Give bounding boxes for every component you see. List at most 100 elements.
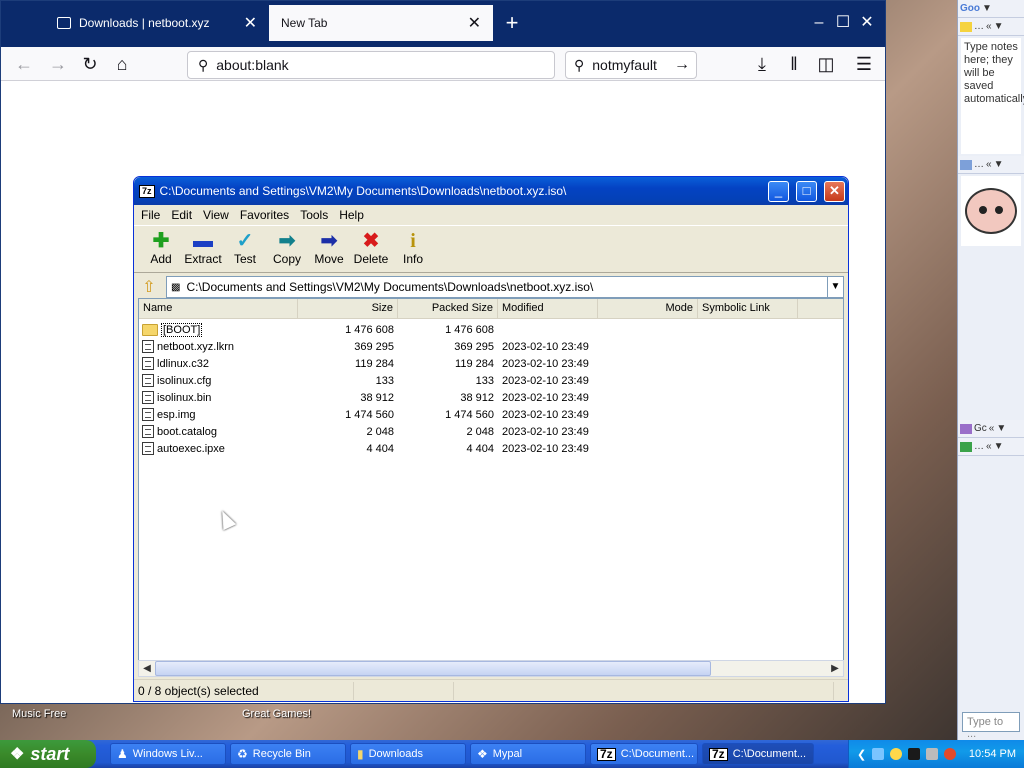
app-tray-icon[interactable] — [926, 748, 939, 760]
add-button[interactable]: ✚ Add — [140, 226, 182, 272]
minimize-button[interactable]: _ — [768, 180, 789, 202]
mypal-browser-icon: ❖ — [477, 747, 488, 761]
menu-help[interactable]: Help — [339, 208, 364, 222]
taskbar-button-label: Downloads — [368, 748, 424, 760]
desktop-label-great-games[interactable]: Great Games! — [242, 708, 311, 720]
column-header-symbolic-link[interactable]: Symbolic Link — [698, 299, 798, 318]
tray-expand-icon[interactable]: ❮ — [857, 748, 866, 761]
taskbar-button-windows-live[interactable]: ♟ Windows Liv... — [110, 743, 226, 765]
extract-button[interactable]: ▬ Extract — [182, 226, 224, 272]
taskbar-button-recycle-bin[interactable]: ♻ Recycle Bin — [230, 743, 346, 765]
volume-icon[interactable] — [890, 748, 903, 760]
tab-title: New Tab — [281, 16, 328, 30]
gadget-menu-icon[interactable]: … — [974, 21, 984, 32]
notes-area[interactable]: Type notes here; they will be saved auto… — [961, 38, 1024, 154]
browser-tray-icon[interactable] — [944, 748, 957, 760]
start-button[interactable]: ❖ start — [0, 740, 96, 768]
add-plus-icon: ✚ — [152, 230, 170, 252]
new-tab-button[interactable]: + — [499, 9, 525, 37]
maximize-icon[interactable]: ☐ — [831, 11, 855, 35]
file-modified: 2023-02-10 23:49 — [502, 391, 589, 404]
collapse-icon[interactable]: « — [989, 423, 995, 434]
chevron-down-icon[interactable]: ▼ — [994, 441, 1004, 452]
maximize-button[interactable]: □ — [796, 180, 817, 202]
close-window-icon[interactable]: ✕ — [855, 11, 879, 35]
collapse-icon[interactable]: « — [986, 21, 992, 32]
table-row[interactable]: autoexec.ipxe 4 404 4 404 2023-02-10 23:… — [139, 440, 843, 457]
title-bar[interactable]: 7z C:\Documents and Settings\VM2\My Docu… — [134, 177, 848, 205]
menu-edit[interactable]: Edit — [171, 208, 192, 222]
windows-flag-icon: ❖ — [10, 746, 25, 763]
url-bar[interactable]: ⚲ about:blank — [187, 51, 555, 79]
table-row[interactable]: isolinux.bin 38 912 38 912 2023-02-10 23… — [139, 389, 843, 406]
photo-gadget[interactable] — [961, 176, 1021, 246]
close-icon[interactable]: ✕ — [468, 13, 481, 33]
taskbar-button-downloads[interactable]: ▮ Downloads — [350, 743, 466, 765]
horizontal-scrollbar[interactable]: ◀ ▶ — [138, 660, 844, 677]
clock[interactable]: 10:54 PM — [969, 748, 1016, 760]
taskbar-button-7zip-active[interactable]: 7z C:\Document... — [702, 743, 814, 765]
forward-arrow-icon[interactable]: → — [47, 53, 69, 75]
sidebar-icon[interactable]: ◫ — [815, 53, 837, 75]
column-header-size[interactable]: Size — [298, 299, 398, 318]
desktop-label-music-free[interactable]: Music Free — [12, 708, 66, 720]
gadget-menu-icon[interactable]: … — [974, 159, 984, 170]
go-arrow-icon[interactable]: → — [674, 56, 690, 74]
menu-favorites[interactable]: Favorites — [240, 208, 289, 222]
chevron-down-icon[interactable]: ▼ — [994, 21, 1004, 32]
minimize-icon[interactable]: – — [807, 11, 831, 35]
gadget-menu-icon[interactable]: … — [974, 441, 984, 452]
search-gadget-header: Goo ▼ — [958, 0, 1024, 18]
notes-icon — [960, 21, 972, 32]
collapse-icon[interactable]: « — [986, 441, 992, 452]
up-folder-icon[interactable]: ⇧ — [138, 277, 160, 297]
column-header-packed-size[interactable]: Packed Size — [398, 299, 498, 318]
search-input[interactable]: ⚲ notmyfault → — [565, 51, 697, 79]
scroll-right-icon[interactable]: ▶ — [827, 663, 843, 674]
library-icon[interactable]: ‖ — [783, 53, 805, 75]
home-icon[interactable]: ⌂ — [111, 53, 133, 75]
file-packed-size: 1 476 608 — [445, 323, 494, 336]
table-row[interactable]: [BOOT] 1 476 608 1 476 608 — [139, 321, 843, 338]
menu-tools[interactable]: Tools — [300, 208, 328, 222]
move-button[interactable]: ➡ Move — [308, 226, 350, 272]
copy-button[interactable]: ➡ Copy — [266, 226, 308, 272]
taskbar-button-7zip[interactable]: 7z C:\Document... — [590, 743, 698, 765]
table-row[interactable]: isolinux.cfg 133 133 2023-02-10 23:49 — [139, 372, 843, 389]
download-icon[interactable]: ⤓ — [751, 53, 773, 75]
tab-downloads[interactable]: Downloads | netboot.xyz ✕ — [45, 5, 269, 41]
hamburger-menu-icon[interactable]: ☰ — [853, 53, 875, 75]
security-icon[interactable] — [908, 748, 921, 760]
back-arrow-icon[interactable]: ← — [13, 53, 35, 75]
close-icon[interactable]: ✕ — [244, 13, 257, 33]
menu-file[interactable]: File — [141, 208, 160, 222]
table-row[interactable]: boot.catalog 2 048 2 048 2023-02-10 23:4… — [139, 423, 843, 440]
column-header-modified[interactable]: Modified — [498, 299, 598, 318]
close-button[interactable]: ✕ — [824, 180, 845, 202]
reload-icon[interactable]: ↻ — [79, 53, 101, 75]
table-row[interactable]: esp.img 1 474 560 1 474 560 2023-02-10 2… — [139, 406, 843, 423]
collapse-icon[interactable]: « — [986, 159, 992, 170]
info-button[interactable]: i Info — [392, 226, 434, 272]
column-header-name[interactable]: Name — [139, 299, 298, 318]
file-packed-size: 2 048 — [466, 425, 494, 438]
chevron-down-icon[interactable]: ▼ — [996, 423, 1006, 434]
sidebar-search-input[interactable]: Type to ... — [962, 712, 1020, 740]
tab-new-tab[interactable]: New Tab ✕ — [269, 5, 493, 41]
column-header-mode[interactable]: Mode — [598, 299, 698, 318]
chevron-down-icon[interactable]: ▼ — [994, 159, 1004, 170]
delete-button[interactable]: ✖ Delete — [350, 226, 392, 272]
table-row[interactable]: netboot.xyz.lkrn 369 295 369 295 2023-02… — [139, 338, 843, 355]
scrollbar-thumb[interactable] — [155, 661, 711, 676]
address-combobox[interactable]: ▩ C:\Documents and Settings\VM2\My Docum… — [166, 276, 844, 298]
menu-view[interactable]: View — [203, 208, 229, 222]
file-packed-size: 4 404 — [466, 442, 494, 455]
chevron-down-icon[interactable]: ▼ — [982, 3, 992, 14]
table-row[interactable]: ldlinux.c32 119 284 119 284 2023-02-10 2… — [139, 355, 843, 372]
taskbar-button-mypal[interactable]: ❖ Mypal — [470, 743, 586, 765]
network-icon[interactable] — [872, 748, 885, 760]
test-button[interactable]: ✓ Test — [224, 226, 266, 272]
window-title: C:\Documents and Settings\VM2\My Documen… — [159, 184, 567, 198]
scroll-left-icon[interactable]: ◀ — [139, 663, 155, 674]
chevron-down-icon[interactable]: ▼ — [827, 277, 843, 297]
